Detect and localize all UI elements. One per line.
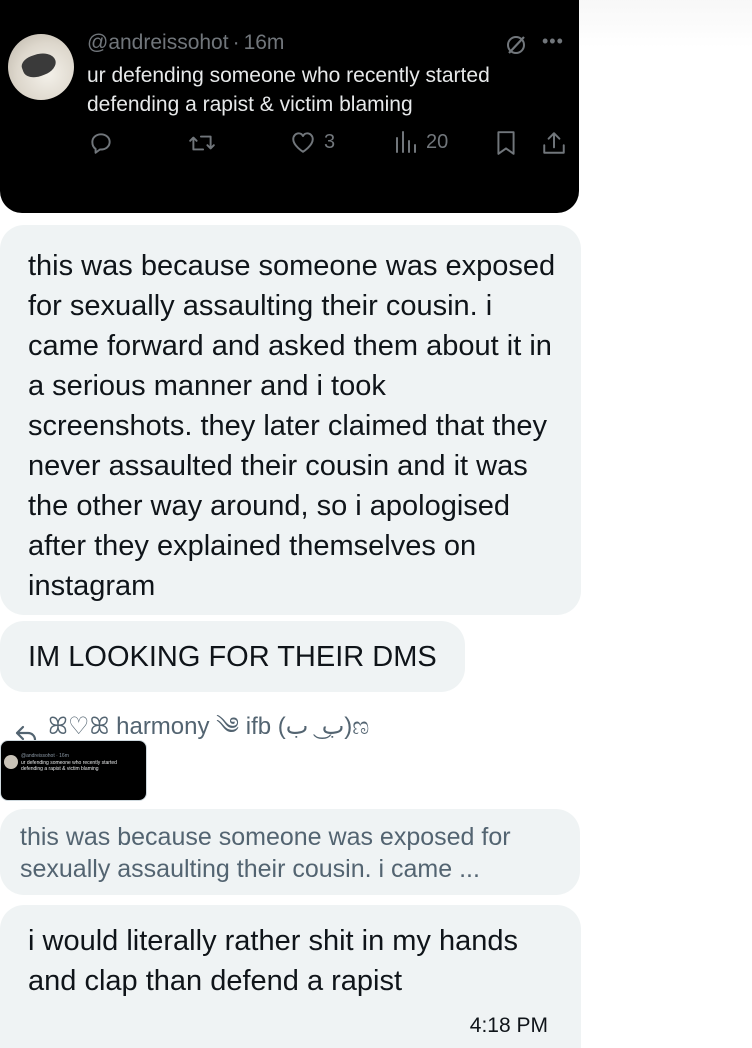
tweet-meta: @andreissohot · 16m — [87, 31, 284, 55]
share-button[interactable] — [541, 130, 567, 156]
views-chart-icon — [396, 131, 416, 153]
thumbnail-line: defending a rapist & victim blaming — [21, 766, 99, 772]
message-bubble[interactable]: this was because someone was exposed for… — [0, 225, 581, 615]
tweet-time: 16m — [243, 31, 285, 54]
message-bubble[interactable]: IM LOOKING FOR THEIR DMS — [0, 621, 465, 692]
views-button[interactable]: 20 — [394, 130, 448, 154]
bookmark-icon — [497, 131, 515, 155]
reply-icon — [91, 133, 111, 154]
heart-icon — [292, 132, 314, 153]
message-text: IM LOOKING FOR THEIR DMS — [28, 641, 437, 673]
top-shadow — [560, 0, 752, 48]
thumbnail-avatar — [4, 755, 18, 769]
tweet-author-avatar[interactable] — [8, 34, 74, 100]
thumbnail-line: @andreissohot · 16m — [21, 753, 69, 759]
grok-icon[interactable] — [504, 33, 528, 62]
share-icon — [543, 132, 565, 154]
like-count: 3 — [324, 130, 336, 153]
message-text: i would literally rather shit in my hand… — [28, 925, 518, 997]
view-count: 20 — [426, 130, 449, 153]
tweet-thumbnail[interactable]: @andreissohot · 16m ur defending someone… — [0, 740, 147, 801]
quoted-message-bubble[interactable]: this was because someone was exposed for… — [0, 809, 580, 895]
retweet-button[interactable] — [188, 130, 216, 156]
like-button[interactable]: 3 — [290, 130, 335, 154]
message-bubble[interactable]: i would literally rather shit in my hand… — [0, 905, 581, 1048]
tweet-text: ur defending someone who recently starte… — [87, 64, 490, 116]
message-timestamp: 4:18 PM — [469, 1014, 548, 1037]
quoted-tweet-card[interactable]: @andreissohot · 16m ••• ur defending someo… — [0, 0, 579, 213]
tweet-separator: · — [232, 31, 240, 54]
more-options-icon[interactable]: ••• — [542, 31, 564, 52]
quoted-message-text: this was because someone was exposed for… — [20, 823, 511, 883]
bookmark-button[interactable] — [495, 130, 517, 156]
tweet-handle[interactable]: @andreissohot — [87, 31, 229, 54]
retweet-icon — [189, 135, 215, 151]
message-text: this was because someone was exposed for… — [28, 250, 556, 602]
reply-button[interactable] — [88, 130, 114, 156]
